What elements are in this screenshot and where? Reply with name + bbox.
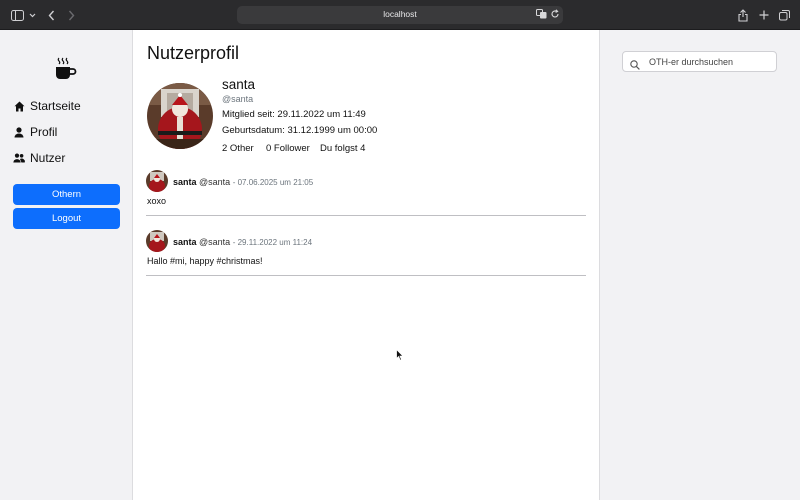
post-avatar (146, 170, 168, 192)
profile-avatar (147, 83, 213, 149)
share-icon[interactable] (737, 7, 749, 23)
mouse-cursor-icon (396, 348, 404, 366)
post-author-name[interactable]: santa (173, 237, 197, 247)
reload-icon[interactable] (550, 9, 560, 19)
post-date: - 07.06.2025 um 21:05 (232, 178, 314, 187)
browser-toolbar: localhost (0, 0, 800, 30)
following-count[interactable]: Du folgst 4 (320, 143, 365, 154)
forward-icon[interactable] (66, 7, 76, 23)
new-tab-icon[interactable] (758, 7, 770, 23)
post-header: santa @santa - 29.11.2022 um 11:24 (173, 237, 312, 247)
sidebar-item-label: Profil (30, 125, 58, 139)
people-icon (13, 152, 25, 164)
follower-count[interactable]: 0 Follower (266, 143, 310, 154)
address-bar[interactable]: localhost (237, 6, 563, 24)
others-count[interactable]: 2 Other (222, 143, 254, 154)
back-icon[interactable] (46, 7, 56, 23)
left-sidebar: Startseite Profil Nutzer Othern Logout (0, 30, 133, 500)
coffee-cup-icon[interactable] (54, 56, 78, 85)
sidebar-item-label: Startseite (30, 99, 81, 113)
sidebar-item-label: Nutzer (30, 151, 66, 165)
divider (146, 275, 586, 276)
post-date: - 29.11.2022 um 11:24 (232, 238, 313, 247)
right-sidebar (600, 30, 800, 500)
sidebar-item-nutzer[interactable]: Nutzer (13, 151, 65, 165)
othern-button[interactable]: Othern (13, 184, 120, 205)
post-author-handle: @santa (199, 237, 231, 247)
post-text: Hallo #mi, happy #christmas! (147, 256, 263, 266)
divider (146, 215, 586, 216)
birthdate: Geburtsdatum: 31.12.1999 um 00:00 (222, 125, 378, 136)
tab-overview-icon[interactable] (778, 7, 790, 23)
profile-name: santa (222, 77, 256, 92)
search-input[interactable] (649, 55, 771, 69)
chevron-down-icon[interactable] (28, 7, 36, 23)
url-text: localhost (383, 9, 417, 19)
sidebar-item-profil[interactable]: Profil (13, 125, 57, 139)
post-author-name[interactable]: santa (173, 177, 197, 187)
main-content: Nutzerprofil santa @santa Mitglied seit:… (133, 30, 600, 500)
page-title: Nutzerprofil (147, 43, 240, 63)
sidebar-item-startseite[interactable]: Startseite (13, 99, 81, 113)
search-icon (630, 57, 640, 75)
person-icon (13, 126, 25, 138)
post-text: xoxo (147, 196, 167, 206)
profile-handle: @santa (222, 94, 254, 104)
home-icon (13, 100, 25, 112)
translate-icon[interactable] (536, 9, 547, 19)
post-avatar (146, 230, 168, 252)
search-box[interactable] (622, 51, 777, 72)
logout-button[interactable]: Logout (13, 208, 120, 229)
sidebar-toggle-icon[interactable] (10, 7, 24, 23)
post-header: santa @santa - 07.06.2025 um 21:05 (173, 177, 313, 187)
member-since: Mitglied seit: 29.11.2022 um 11:49 (222, 109, 366, 120)
post-author-handle: @santa (199, 177, 231, 187)
